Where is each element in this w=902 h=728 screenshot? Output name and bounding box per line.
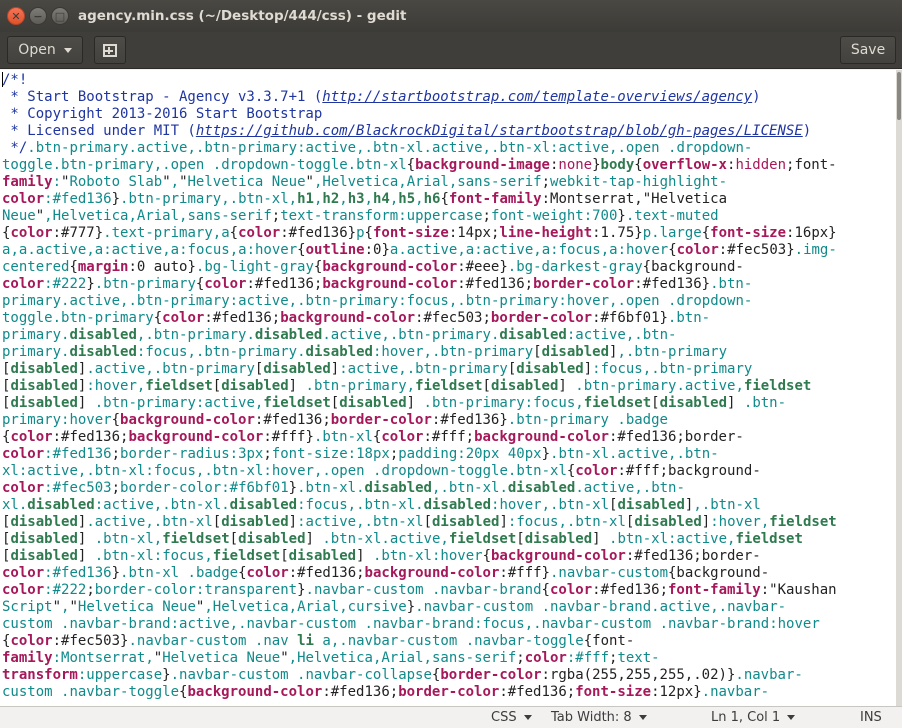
code-line: * Licensed under MIT (https://github.com… — [2, 123, 812, 139]
scrollbar-thumb[interactable] — [897, 72, 901, 120]
code-line: [disabled].active,.btn-xl[disabled]:acti… — [2, 514, 837, 530]
minimize-window-button[interactable]: − — [29, 7, 47, 25]
insert-mode-indicator: INS — [860, 710, 882, 725]
code-line: color:#fed136}.btn-primary,.btn-xl,h1,h2… — [2, 191, 728, 207]
open-button[interactable]: Open — [7, 36, 83, 64]
code-line: [disabled] .btn-xl:focus,fieldset[disabl… — [2, 548, 761, 564]
code-line: {color:#fed136;background-color:#fff}.bt… — [2, 429, 744, 445]
chevron-down-icon — [63, 47, 72, 53]
status-bar: CSS Tab Width: 8 Ln 1, Col 1 INS — [0, 706, 902, 728]
cursor-position-label: Ln 1, Col 1 — [711, 710, 781, 725]
chevron-down-icon — [638, 715, 647, 720]
code-line: Neue",Helvetica,Arial,sans-serif;text-tr… — [2, 208, 719, 224]
code-line: color:#fed136}.btn-xl .badge{color:#fed1… — [2, 565, 770, 581]
code-view[interactable]: /*! * Start Bootstrap - Agency v3.3.7+1 … — [2, 72, 837, 701]
tab-width-selector[interactable]: Tab Width: 8 — [551, 710, 647, 725]
code-line: custom .navbar-toggle{background-color:#… — [2, 684, 770, 700]
text-editor[interactable]: /*! * Start Bootstrap - Agency v3.3.7+1 … — [0, 70, 896, 706]
code-line: /*! — [2, 72, 28, 88]
code-line: centered{margin:0 auto}.bg-light-gray{ba… — [2, 259, 744, 275]
maximize-window-button[interactable]: □ — [51, 7, 69, 25]
language-selector[interactable]: CSS — [491, 710, 532, 725]
code-line: family:"Roboto Slab","Helvetica Neue",He… — [2, 174, 728, 190]
code-line: * Start Bootstrap - Agency v3.3.7+1 (htt… — [2, 89, 761, 105]
new-document-button[interactable] — [94, 36, 126, 64]
code-line: Script","Helvetica Neue",Helvetica,Arial… — [2, 599, 787, 615]
title-bar: ✕ − □ agency.min.css (~/Desktop/444/css)… — [0, 0, 902, 32]
code-line: transform:uppercase}.navbar-custom .navb… — [2, 667, 803, 683]
code-line: family:Montserrat,"Helvetica Neue",Helve… — [2, 650, 660, 666]
code-line: primary.disabled,.btn-primary.disabled.a… — [2, 327, 677, 343]
code-line: {color:#fec503}.navbar-custom .nav li a,… — [2, 633, 635, 649]
cursor-position[interactable]: Ln 1, Col 1 — [711, 710, 796, 725]
code-line: color:#222;border-color:transparent}.nav… — [2, 582, 837, 598]
maximize-icon: □ — [54, 9, 66, 23]
code-line: {color:#777}.text-primary,a{color:#fed13… — [2, 225, 837, 241]
code-line: primary:hover{background-color:#fed136;b… — [2, 412, 668, 428]
code-line: toggle.btn-primary,.open .dropdown-toggl… — [2, 157, 837, 173]
code-line: [disabled]:hover,fieldset[disabled] .btn… — [2, 378, 812, 394]
code-line: * Copyright 2013-2016 Start Bootstrap — [2, 106, 323, 122]
code-line: */.btn-primary.active,.btn-primary:activ… — [2, 140, 753, 156]
code-line: [disabled] .btn-xl,fieldset[disabled] .b… — [2, 531, 803, 547]
code-line: [disabled].active,.btn-primary[disabled]… — [2, 361, 753, 377]
code-line: toggle.btn-primary{color:#fed136;backgro… — [2, 310, 711, 326]
code-line: primary.active,.btn-primary:active,.btn-… — [2, 293, 753, 309]
code-line: color:#222}.btn-primary{color:#fed136;ba… — [2, 276, 753, 292]
code-line: [disabled] .btn-primary:active,fieldset[… — [2, 395, 787, 411]
code-line: a,a.active,a:active,a:focus,a:hover{outl… — [2, 242, 837, 258]
minimize-icon: − — [33, 9, 43, 23]
close-icon: ✕ — [11, 9, 21, 23]
code-line: color:#fed136;border-radius:3px;font-siz… — [2, 446, 719, 462]
code-line: xl:active,.btn-xl:focus,.btn-xl:hover,.o… — [2, 463, 761, 479]
vertical-scrollbar[interactable] — [896, 70, 902, 706]
open-button-label: Open — [18, 42, 56, 58]
close-window-button[interactable]: ✕ — [7, 7, 25, 25]
window-title: agency.min.css (~/Desktop/444/css) - ged… — [78, 8, 407, 24]
code-line: custom .navbar-brand:active,.navbar-cust… — [2, 616, 820, 632]
code-line: color:#fec503;border-color:#f6bf01}.btn-… — [2, 480, 685, 496]
header-bar: Open Save — [0, 32, 902, 69]
new-tab-icon — [103, 43, 117, 57]
code-line: xl.disabled:active,.btn-xl.disabled:focu… — [2, 497, 761, 513]
tab-width-label: Tab Width: 8 — [551, 710, 632, 725]
code-line: primary.disabled:focus,.btn-primary.disa… — [2, 344, 728, 360]
chevron-down-icon — [787, 715, 796, 720]
chevron-down-icon — [523, 715, 532, 720]
save-button[interactable]: Save — [840, 36, 896, 64]
language-label: CSS — [491, 710, 517, 725]
